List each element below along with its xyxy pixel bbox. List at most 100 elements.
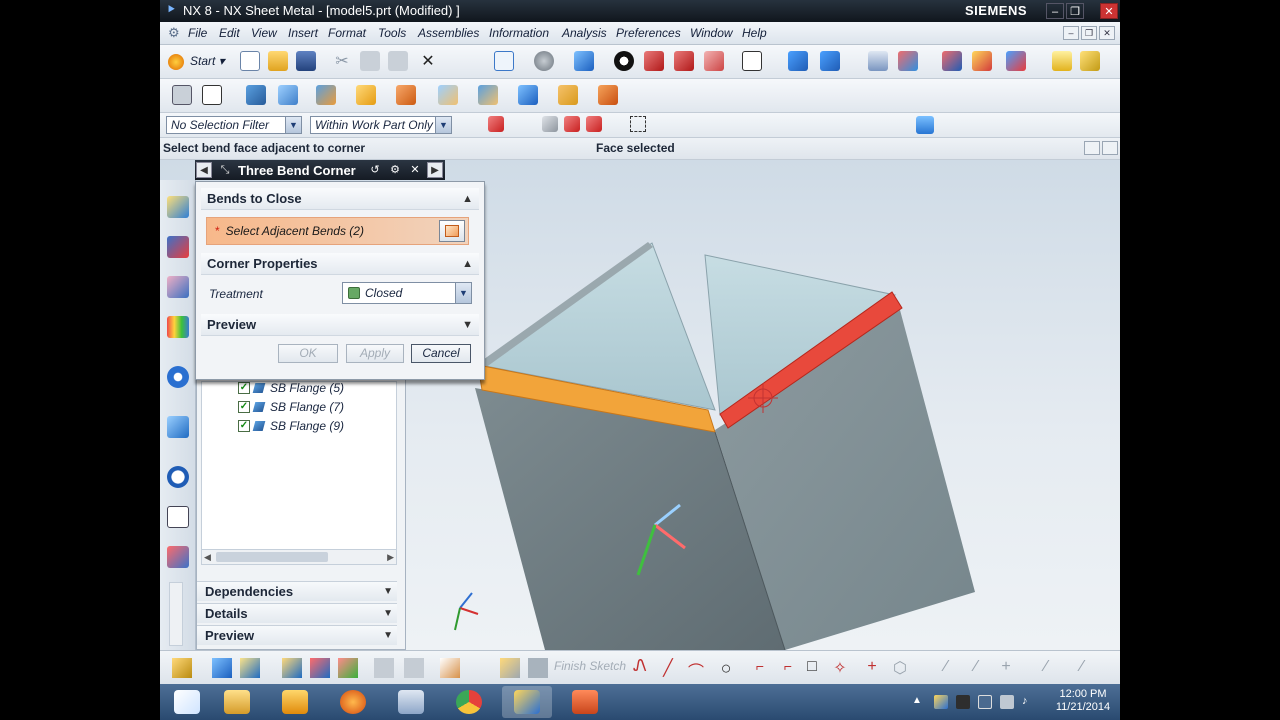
scroll-left-icon[interactable]: ◀ xyxy=(204,550,211,564)
bends-to-close-header[interactable]: Bends to Close ▲ xyxy=(201,188,479,210)
tab-icon[interactable] xyxy=(202,85,222,105)
doc-restore-button[interactable]: ❐ xyxy=(1081,26,1097,40)
finish-sketch-label[interactable]: Finish Sketch xyxy=(554,659,626,673)
fillet-icon[interactable]: ⌐ xyxy=(750,658,770,678)
dialog-title-bar[interactable]: ◀ ⤡ Three Bend Corner ↺ ⚙ ✕ ▶ xyxy=(195,160,445,180)
windows-start-button[interactable] xyxy=(162,686,212,718)
preview-panel-header[interactable]: Preview ▼ xyxy=(197,625,397,645)
menu-tools[interactable]: Tools xyxy=(378,26,406,40)
spline-icon[interactable]: ⬡ xyxy=(890,658,910,678)
extend-icon[interactable]: ⁄ xyxy=(966,658,986,678)
lofted-flange-icon[interactable] xyxy=(316,85,336,105)
part-navigator-icon[interactable] xyxy=(167,276,189,298)
corner-properties-header[interactable]: Corner Properties ▲ xyxy=(201,253,479,275)
select-edge-icon[interactable] xyxy=(564,116,580,132)
chamfer-icon[interactable]: ⌐ xyxy=(778,658,798,678)
tray-expand-icon[interactable]: ▲ xyxy=(912,695,926,709)
sketch-icon[interactable] xyxy=(172,658,192,678)
assembly-navigator-icon[interactable] xyxy=(167,196,189,218)
delete-icon[interactable]: ✕ xyxy=(418,51,438,71)
menu-analysis[interactable]: Analysis xyxy=(562,26,607,40)
menu-preferences[interactable]: Preferences xyxy=(616,26,681,40)
analysis-icon[interactable] xyxy=(1006,51,1026,71)
visibility-checkbox[interactable]: ✓ xyxy=(238,382,250,394)
offset-icon[interactable]: ⁄ xyxy=(1036,658,1056,678)
flat-pattern-icon[interactable] xyxy=(598,85,618,105)
menu-insert[interactable]: Insert xyxy=(288,26,318,40)
sequence-icon[interactable] xyxy=(440,658,460,678)
taskbar-powerpoint[interactable] xyxy=(560,686,610,718)
contour-flange-icon[interactable] xyxy=(278,85,298,105)
assembly-icon[interactable] xyxy=(212,658,232,678)
edit-section-icon[interactable] xyxy=(704,51,724,71)
reuse-library-icon[interactable] xyxy=(167,316,189,338)
dependencies-panel-header[interactable]: Dependencies ▼ xyxy=(197,581,397,601)
menu-file[interactable]: File xyxy=(188,26,207,40)
jog-icon[interactable] xyxy=(396,85,416,105)
menu-help[interactable]: Help xyxy=(742,26,767,40)
view-orient-icon[interactable] xyxy=(614,51,634,71)
taskbar-clock[interactable]: 12:00 PM 11/21/2014 xyxy=(1050,688,1116,714)
scroll-right-icon[interactable]: ▶ xyxy=(387,550,394,564)
scope-dropdown[interactable]: Within Work Part Only ▼ xyxy=(310,116,452,134)
constraint-icon[interactable] xyxy=(898,51,918,71)
corner-trim-icon[interactable]: + xyxy=(996,658,1016,678)
menu-format[interactable]: Format xyxy=(328,26,366,40)
details-panel-header[interactable]: Details ▼ xyxy=(197,603,397,623)
tree-horizontal-scrollbar[interactable]: ◀ ▶ xyxy=(201,549,397,565)
datum-icon[interactable] xyxy=(820,51,840,71)
constraint-icon[interactable] xyxy=(310,658,330,678)
history-icon[interactable] xyxy=(167,466,189,488)
dialog-close-icon[interactable]: ✕ xyxy=(407,163,423,177)
snap-point-icon[interactable] xyxy=(488,116,504,132)
resource-bar-scroll[interactable] xyxy=(169,582,183,646)
mirror-icon[interactable]: ⁄ xyxy=(1072,658,1092,678)
sketch-pencil-icon[interactable] xyxy=(1080,51,1100,71)
taskbar-nx[interactable] xyxy=(502,686,552,718)
taskbar-firefox[interactable] xyxy=(328,686,378,718)
point-icon[interactable]: + xyxy=(862,658,882,678)
preview-header[interactable]: Preview ▼ xyxy=(201,314,479,336)
polygon-icon[interactable]: ✧ xyxy=(830,658,850,678)
sketch-task-icon[interactable] xyxy=(500,658,520,678)
line-icon[interactable]: ╱ xyxy=(658,658,678,678)
menu-window[interactable]: Window xyxy=(690,26,733,40)
circle-icon[interactable]: ○ xyxy=(716,658,736,678)
taskbar-calculator[interactable] xyxy=(386,686,436,718)
bend-icon[interactable] xyxy=(356,85,376,105)
rebend-icon[interactable] xyxy=(518,85,538,105)
layer-icon[interactable] xyxy=(742,51,762,71)
taskbar-chrome[interactable] xyxy=(444,686,494,718)
select-adjacent-bends-row[interactable]: * Select Adjacent Bends (2) xyxy=(206,217,469,245)
visibility-checkbox[interactable]: ✓ xyxy=(238,420,250,432)
tray-app-icon[interactable] xyxy=(934,695,948,709)
visibility-checkbox[interactable]: ✓ xyxy=(238,401,250,413)
doc-minimize-button[interactable]: – xyxy=(1063,26,1079,40)
close-window-button[interactable]: ✕ xyxy=(1100,3,1118,19)
roles-icon[interactable] xyxy=(167,546,189,568)
menu-assemblies[interactable]: Assemblies xyxy=(418,26,479,40)
select-face-button[interactable] xyxy=(439,220,465,242)
status-icon-a[interactable] xyxy=(1084,141,1100,155)
flat-solid-icon[interactable] xyxy=(558,85,578,105)
selection-filter-dropdown[interactable]: No Selection Filter ▼ xyxy=(166,116,302,134)
fit-view-icon[interactable] xyxy=(494,51,514,71)
unbend-icon[interactable] xyxy=(478,85,498,105)
cut-icon[interactable]: ✂ xyxy=(332,51,352,71)
arc-icon[interactable]: ⌒ xyxy=(686,658,706,681)
explode-icon[interactable] xyxy=(374,658,394,678)
status-icon-b[interactable] xyxy=(1102,141,1118,155)
sketch-icon[interactable] xyxy=(172,85,192,105)
maximize-button[interactable]: ❐ xyxy=(1066,3,1084,19)
assembly-nav-icon[interactable] xyxy=(868,51,888,71)
cancel-button[interactable]: Cancel xyxy=(411,344,471,363)
tray-app-icon-2[interactable] xyxy=(956,695,970,709)
corner-icon[interactable] xyxy=(438,85,458,105)
copy-icon[interactable] xyxy=(360,51,380,71)
menu-view[interactable]: View xyxy=(251,26,277,40)
section-view-icon[interactable] xyxy=(644,51,664,71)
taskbar-outlook[interactable] xyxy=(270,686,320,718)
dialog-back-icon[interactable]: ◀ xyxy=(196,162,212,178)
save-icon[interactable] xyxy=(296,51,316,71)
scroll-thumb[interactable] xyxy=(216,552,328,562)
